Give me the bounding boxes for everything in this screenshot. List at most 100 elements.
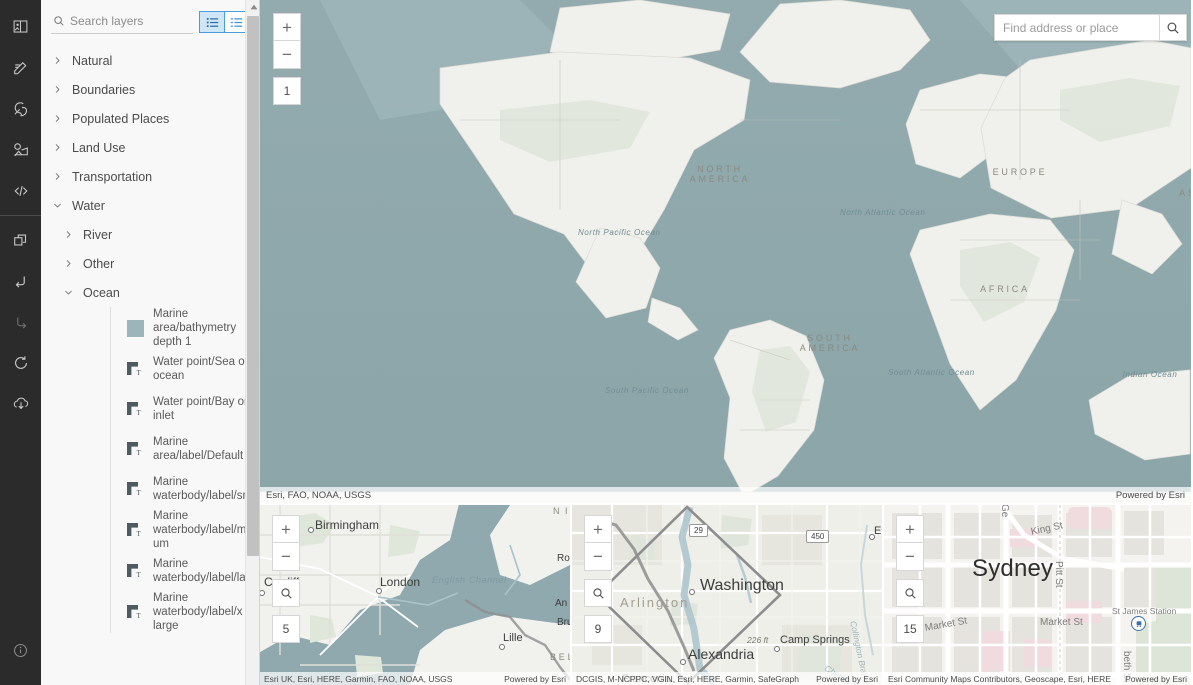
zoom-level-indicator[interactable]: 1 xyxy=(273,77,301,105)
layer-item[interactable]: T Marine area/label/Default xyxy=(41,429,259,469)
layer-label: Water point/Sea or ocean xyxy=(153,356,249,382)
map-search-button[interactable] xyxy=(272,579,300,607)
zoom-out-button[interactable]: − xyxy=(896,543,924,571)
tree-group-transportation[interactable]: Transportation xyxy=(41,162,259,191)
attribution-powered-by: Powered by Esri xyxy=(1125,673,1187,684)
map-workspace: North Pacific Ocean North Atlantic Ocean… xyxy=(260,0,1192,685)
layers-icon[interactable] xyxy=(0,219,41,260)
text-label-icon: T xyxy=(126,400,144,418)
list-detail-icon xyxy=(230,17,243,27)
attribution-sources: Esri, FAO, NOAA, USGS xyxy=(266,489,372,501)
city-dot xyxy=(308,527,314,533)
edit-icon[interactable] xyxy=(0,47,41,88)
redo-icon[interactable] xyxy=(0,301,41,342)
map-search-button[interactable] xyxy=(896,579,924,607)
layer-item[interactable]: T Marine waterbody/label/large xyxy=(41,551,259,591)
svg-text:T: T xyxy=(137,489,142,497)
chevron-right-icon xyxy=(53,172,69,181)
app-root: Natural Boundaries Populated Places Land… xyxy=(0,0,1193,685)
toolbar-divider xyxy=(0,215,41,216)
revert-icon[interactable] xyxy=(0,342,41,383)
dc-map-zoom-controls: + − 9 xyxy=(584,515,612,643)
chevron-down-icon xyxy=(53,201,69,210)
zoom-out-button[interactable]: − xyxy=(273,41,301,69)
basemap-icon[interactable] xyxy=(0,6,41,47)
attribution-powered-by: Powered by Esri xyxy=(1115,489,1185,501)
text-label-icon: T xyxy=(126,480,144,498)
tree-group-water[interactable]: Water xyxy=(41,191,259,220)
layer-item[interactable]: T Water point/Bay or inlet xyxy=(41,389,259,429)
route-shield-450: 450 xyxy=(806,530,830,543)
zoom-level-indicator[interactable]: 5 xyxy=(272,615,300,643)
tree-group-populated-places[interactable]: Populated Places xyxy=(41,104,259,133)
zoom-level-indicator[interactable]: 15 xyxy=(896,615,924,643)
layers-panel: Natural Boundaries Populated Places Land… xyxy=(41,0,260,685)
tree-group-label: Natural xyxy=(72,53,113,68)
map-search-widget xyxy=(994,14,1187,41)
search-layers-field[interactable] xyxy=(51,10,193,34)
tree-group-other[interactable]: Other xyxy=(41,249,259,278)
city-dot xyxy=(376,588,382,594)
view-toggle-group xyxy=(199,11,249,33)
undo-icon[interactable] xyxy=(0,260,41,301)
tree-group-river[interactable]: River xyxy=(41,220,259,249)
tree-group-label: Other xyxy=(83,256,115,271)
text-label-icon: T xyxy=(126,603,144,621)
world-map-canvas xyxy=(260,0,1191,503)
list-view-compact-button[interactable] xyxy=(199,11,224,33)
svg-text:T: T xyxy=(137,409,142,417)
zoom-out-button[interactable]: − xyxy=(272,543,300,571)
search-input[interactable] xyxy=(70,14,193,28)
layer-label: Marine waterbody/label/small xyxy=(153,476,259,502)
symbol-icon[interactable] xyxy=(0,129,41,170)
main-world-map[interactable]: North Pacific Ocean North Atlantic Ocean… xyxy=(260,0,1191,504)
search-icon xyxy=(280,587,292,599)
route-shield-29: 29 xyxy=(689,524,708,537)
text-label-icon: T xyxy=(126,360,144,378)
layer-item[interactable]: T Marine waterbody/label/x large xyxy=(41,591,259,633)
sydney-map-canvas xyxy=(884,505,1191,685)
sydney-map[interactable]: Sydney King St Pitt St Market St Market … xyxy=(884,505,1191,685)
tree-group-boundaries[interactable]: Boundaries xyxy=(41,75,259,104)
chevron-right-icon xyxy=(64,230,80,239)
code-icon[interactable] xyxy=(0,170,41,211)
zoom-out-button[interactable]: − xyxy=(584,543,612,571)
zoom-in-button[interactable]: + xyxy=(896,515,924,543)
zoom-level-indicator[interactable]: 9 xyxy=(584,615,612,643)
washington-dc-map[interactable]: Washington Arlington Alexandria Camp Spr… xyxy=(572,505,882,685)
save-icon[interactable] xyxy=(0,383,41,424)
attribution-sources: Esri Community Maps Contributors, Geosca… xyxy=(888,673,1111,684)
layer-label: Marine waterbody/label/large xyxy=(153,558,259,584)
attribution-powered-by: Powered by Esri xyxy=(816,673,878,684)
london-map[interactable]: Birmingham Cardiff London English Channe… xyxy=(260,505,570,685)
tree-group-land-use[interactable]: Land Use xyxy=(41,133,259,162)
map-search-button[interactable] xyxy=(584,579,612,607)
city-dot xyxy=(869,534,875,540)
tree-group-label: Populated Places xyxy=(72,111,170,126)
panel-scrollbar-thumb[interactable] xyxy=(247,16,259,556)
chevron-right-icon xyxy=(53,143,69,152)
map-search-button[interactable] xyxy=(1159,14,1187,41)
layer-label: Water point/Bay or inlet xyxy=(153,396,248,422)
london-map-canvas xyxy=(260,505,570,685)
zoom-in-button[interactable]: + xyxy=(272,515,300,543)
info-icon[interactable] xyxy=(0,630,41,671)
layer-item[interactable]: T Marine waterbody/label/medium xyxy=(41,509,259,551)
tree-group-ocean[interactable]: Ocean xyxy=(41,278,259,307)
zoom-in-button[interactable]: + xyxy=(273,13,301,41)
city-dot xyxy=(680,659,686,665)
map-search-input[interactable] xyxy=(994,14,1159,41)
zoom-in-button[interactable]: + xyxy=(584,515,612,543)
tree-group-natural[interactable]: Natural xyxy=(41,46,259,75)
scroll-up-arrow-icon[interactable] xyxy=(249,2,258,11)
layer-item[interactable]: Marine area/bathymetry depth 1 xyxy=(41,307,259,349)
layer-label: Marine area/bathymetry depth 1 xyxy=(153,308,237,348)
chevron-right-icon xyxy=(53,114,69,123)
layer-label: Marine waterbody/label/medium xyxy=(153,510,259,550)
city-dot xyxy=(499,644,505,650)
layer-item[interactable]: T Marine waterbody/label/small xyxy=(41,469,259,509)
search-icon xyxy=(54,16,64,26)
panel-scrollbar[interactable] xyxy=(245,0,259,685)
style-icon[interactable] xyxy=(0,88,41,129)
layer-item[interactable]: T Water point/Sea or ocean xyxy=(41,349,259,389)
